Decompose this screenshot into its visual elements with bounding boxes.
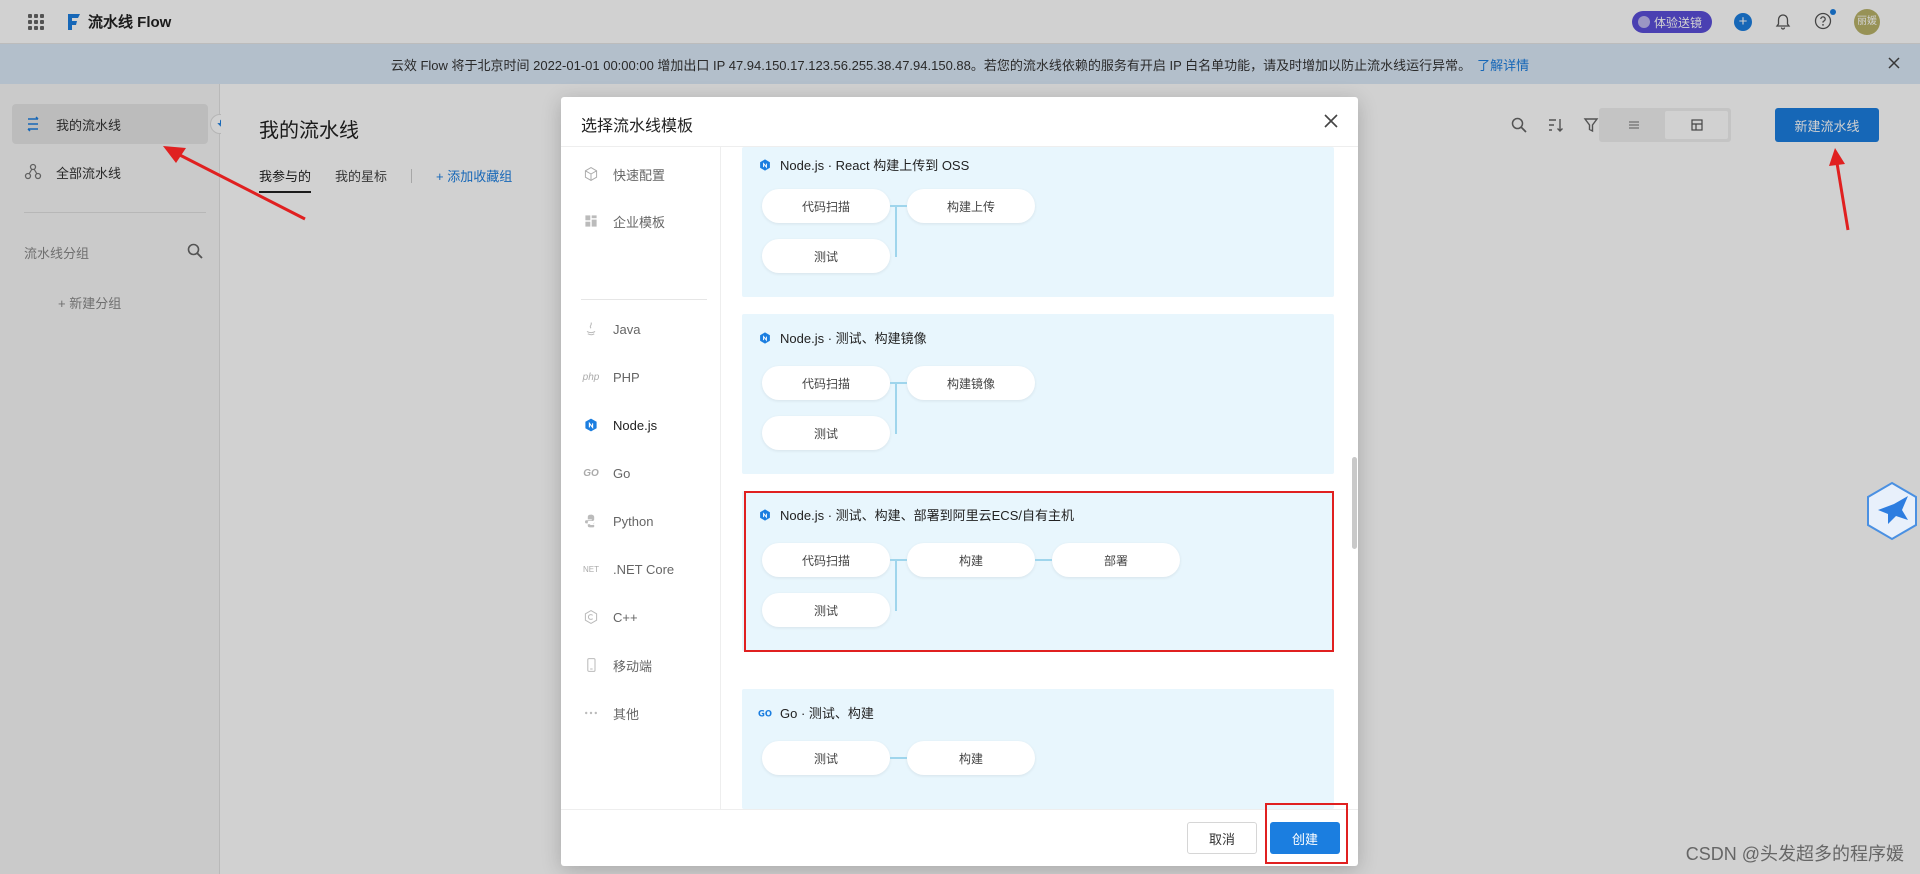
- divider: [581, 299, 707, 300]
- pipeline-step: 测试: [762, 239, 890, 273]
- template-title-row: Node.js · 测试、构建镜像: [758, 328, 927, 347]
- nav-item-label: Python: [613, 513, 654, 529]
- cube-icon: [581, 164, 601, 184]
- template-category-nav: 快速配置 企业模板 Java php PHP Node.js GO Go Pyt…: [561, 147, 721, 809]
- nodejs-icon: [760, 331, 770, 344]
- template-card[interactable]: GO Go · 测试、构建 测试 构建: [742, 689, 1334, 809]
- template-card[interactable]: Node.js · 测试、构建镜像 代码扫描 构建镜像 测试: [742, 314, 1334, 474]
- step-connector: [895, 205, 897, 257]
- template-title-row: Node.js · React 构建上传到 OSS: [758, 155, 969, 174]
- nav-item-label: 快速配置: [613, 167, 666, 183]
- assistant-bird-icon[interactable]: [1864, 480, 1920, 542]
- svg-text:GO: GO: [758, 708, 772, 718]
- template-title: Node.js · 测试、构建镜像: [780, 331, 927, 346]
- step-connector: [895, 382, 897, 434]
- nav-item-mobile[interactable]: 移动端: [581, 653, 652, 677]
- annotation-box: [1265, 803, 1348, 864]
- watermark: CSDN @头发超多的程序媛: [1685, 844, 1904, 864]
- modal-footer: 取消 创建: [561, 809, 1358, 866]
- mobile-icon: [581, 655, 601, 675]
- nav-item-php[interactable]: php PHP: [581, 365, 640, 389]
- modal-title: 选择流水线模板: [581, 118, 694, 135]
- template-card[interactable]: Node.js · React 构建上传到 OSS 代码扫描 构建上传 测试: [742, 147, 1334, 297]
- nav-item-nodejs[interactable]: Node.js: [581, 413, 657, 437]
- step-connector: [890, 757, 907, 759]
- dotnet-icon: NET: [583, 564, 599, 574]
- nav-item-dotnet[interactable]: NET .NET Core: [581, 557, 674, 581]
- nav-item-label: PHP: [613, 369, 640, 385]
- nav-item-enterprise-template[interactable]: 企业模板: [581, 209, 665, 233]
- nav-item-python[interactable]: Python: [581, 509, 653, 533]
- nav-item-label: Go: [613, 465, 631, 481]
- template-title: Go · 测试、构建: [780, 706, 874, 721]
- pipeline-step: 测试: [762, 416, 890, 450]
- python-icon: [581, 511, 601, 531]
- nav-item-label: .NET Core: [613, 561, 675, 577]
- nav-item-java[interactable]: Java: [581, 317, 640, 341]
- pipeline-step: 代码扫描: [762, 189, 890, 223]
- step-connector: [890, 205, 907, 207]
- java-icon: [581, 319, 601, 339]
- pipeline-step: 代码扫描: [762, 366, 890, 400]
- scrollbar[interactable]: [1352, 457, 1357, 549]
- pipeline-step: 构建镜像: [907, 366, 1035, 400]
- go-icon: GO: [758, 708, 772, 718]
- more-icon: [581, 703, 601, 723]
- pipeline-step: 构建: [907, 741, 1035, 775]
- pipeline-step: 测试: [762, 741, 890, 775]
- template-title: Node.js · React 构建上传到 OSS: [780, 158, 970, 173]
- close-icon[interactable]: [1322, 112, 1340, 130]
- nav-item-quick-config[interactable]: 快速配置: [581, 162, 665, 186]
- nav-item-label: C++: [613, 609, 638, 625]
- template-list: Node.js · React 构建上传到 OSS 代码扫描 构建上传 测试 N…: [722, 147, 1358, 809]
- template-modal: 选择流水线模板 快速配置 企业模板 Java php PHP Node.js G…: [561, 97, 1358, 866]
- nav-item-other[interactable]: 其他: [581, 701, 639, 725]
- nav-item-label: 其他: [613, 706, 640, 722]
- nav-item-label: Java: [613, 321, 641, 337]
- pipeline-step: 构建上传: [907, 189, 1035, 223]
- modal-header: 选择流水线模板: [561, 97, 1358, 147]
- cpp-icon: [581, 607, 601, 627]
- nodejs-icon: [581, 415, 601, 435]
- php-icon: php: [582, 371, 600, 383]
- nav-item-go[interactable]: GO Go: [581, 461, 630, 485]
- step-connector: [890, 382, 907, 384]
- nav-item-cpp[interactable]: C++: [581, 605, 638, 629]
- selection-highlight: [744, 491, 1334, 652]
- nav-item-label: 移动端: [613, 658, 653, 674]
- nav-item-label: Node.js: [613, 417, 658, 433]
- go-icon: GO: [583, 467, 599, 479]
- cancel-button[interactable]: 取消: [1187, 822, 1257, 854]
- template-title-row: GO Go · 测试、构建: [758, 703, 874, 722]
- nodejs-icon: [760, 158, 770, 171]
- grid-icon: [581, 211, 601, 231]
- nav-item-label: 企业模板: [613, 214, 666, 230]
